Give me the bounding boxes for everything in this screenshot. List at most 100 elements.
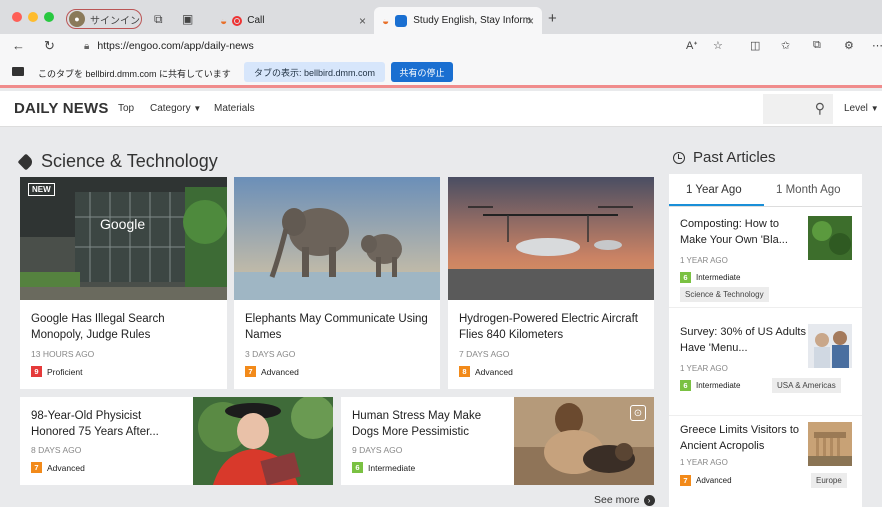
article-date: 3 DAYS AGO (245, 349, 296, 359)
past-article-item[interactable]: Composting: How to Make Your Own 'Bla...… (669, 208, 862, 308)
level-number: 8 (459, 366, 470, 377)
past-article-thumbnail (808, 324, 852, 368)
tab-1-month-ago[interactable]: 1 Month Ago (776, 184, 841, 196)
level-text: Advanced (47, 462, 85, 473)
lock-icon: 🔒︎ (84, 40, 90, 52)
past-article-item[interactable]: Survey: 30% of US Adults Have 'Menu... 1… (669, 316, 862, 416)
nav-top[interactable]: Top (118, 103, 134, 114)
tag-icon (17, 153, 35, 170)
workspaces-icon[interactable]: ⧉ (154, 12, 163, 27)
chevron-down-icon: ▼ (870, 104, 879, 113)
stop-sharing-button[interactable]: 共有の停止 (391, 62, 453, 82)
past-article-item[interactable]: Greece Limits Visitors to Ancient Acropo… (669, 414, 862, 507)
profile-signin-button[interactable]: ● サインイン (66, 9, 142, 29)
tab-actions-icon[interactable]: ▣ (182, 12, 193, 26)
favorite-star-icon[interactable]: ☆ (713, 39, 723, 52)
signin-label: サインイン (90, 15, 140, 27)
image-zoom-icon[interactable]: ⊙ (630, 405, 646, 421)
extensions-icon[interactable]: ⚙ (844, 39, 854, 52)
article-date: 8 DAYS AGO (31, 445, 82, 455)
site-header: DAILY NEWS Top Category ▼ Materials ⚲ Le… (0, 91, 882, 127)
teams-icon: ◒ (220, 13, 228, 28)
favorites-icon[interactable]: ✩ (781, 39, 790, 52)
article-image-google-text: Google (100, 216, 145, 232)
past-articles-heading: Past Articles (673, 149, 776, 166)
nav-category[interactable]: Category ▼ (150, 103, 201, 114)
article-title: Human Stress May Make Dogs More Pessimis… (352, 410, 482, 438)
new-badge: NEW (28, 183, 55, 196)
tab-sharing-bar: このタブを bellbird.dmm.com に共有しています タブの表示: b… (0, 58, 882, 88)
tab-1-year-ago[interactable]: 1 Year Ago (686, 184, 742, 196)
back-icon[interactable]: ← (12, 38, 25, 53)
past-article-thumbnail (808, 422, 852, 466)
chevron-down-icon: ▼ (193, 104, 202, 113)
article-level: 6 Intermediate (352, 462, 415, 473)
level-number: 6 (680, 272, 691, 283)
article-image (234, 177, 440, 300)
article-level: 7 Advanced (31, 462, 85, 473)
level-text: Intermediate (368, 462, 416, 473)
show-shared-tab-button[interactable]: タブの表示: bellbird.dmm.com (244, 62, 385, 82)
close-window-button[interactable] (12, 12, 22, 22)
article-card-google[interactable]: Google NEW Google Has Illegal Search Mon… (20, 177, 227, 389)
tab-call[interactable]: ◒ Call × (212, 7, 374, 34)
new-tab-icon[interactable]: + (548, 10, 557, 27)
level-text: Proficient (47, 366, 83, 377)
past-article-title: Composting: How to Make Your Own 'Bla... (680, 218, 788, 246)
monitor-icon (12, 67, 24, 76)
past-article-title: Survey: 30% of US Adults Have 'Menu... (680, 326, 806, 354)
reload-icon[interactable]: ↻ (44, 38, 55, 54)
past-article-title: Greece Limits Visitors to Ancient Acropo… (680, 424, 800, 452)
tab-title: Study English, Stay Inform (413, 15, 532, 26)
recording-icon (232, 15, 243, 26)
level-number: 7 (31, 462, 42, 473)
engoo-favicon-icon (395, 14, 408, 27)
level-text: Advanced (475, 366, 513, 377)
search-icon[interactable]: ⚲ (815, 100, 825, 117)
clock-icon (673, 151, 685, 164)
nav-materials[interactable]: Materials (214, 103, 255, 114)
see-more-link[interactable]: See more › (594, 494, 655, 506)
close-tab-icon[interactable]: × (359, 14, 366, 28)
category-tag[interactable]: USA & Americas (772, 378, 841, 393)
level-text: Advanced (696, 476, 732, 485)
site-logo[interactable]: DAILY NEWS (14, 100, 109, 117)
past-article-thumbnail (808, 216, 852, 260)
more-menu-icon[interactable]: ⋯ (872, 39, 882, 52)
category-tag[interactable]: Science & Technology (680, 287, 769, 302)
read-aloud-icon[interactable]: Aᐩ (686, 39, 698, 52)
article-card-physicist[interactable]: 98-Year-Old Physicist Honored 75 Years A… (20, 397, 333, 485)
category-tag[interactable]: Europe (811, 473, 847, 488)
article-level: 8 Advanced (459, 366, 513, 377)
past-articles-panel: 1 Year Ago 1 Month Ago Composting: How t… (669, 174, 862, 507)
level-number: 7 (245, 366, 256, 377)
article-card-dogs[interactable]: Human Stress May Make Dogs More Pessimis… (341, 397, 654, 485)
close-tab-icon[interactable]: × (527, 14, 534, 28)
level-number: 9 (31, 366, 42, 377)
url-field[interactable]: 🔒︎ https://engoo.com/app/daily-news (78, 37, 688, 55)
article-date: 7 DAYS AGO (459, 349, 510, 359)
arrow-right-icon: › (643, 494, 655, 506)
article-level: 9 Proficient (31, 366, 82, 377)
split-screen-icon[interactable]: ◫ (750, 39, 760, 52)
level-text: Advanced (261, 366, 299, 377)
maximize-window-button[interactable] (44, 12, 54, 22)
nav-category-label: Category (150, 103, 191, 114)
level-label: Level (844, 103, 868, 114)
search-box[interactable]: ⚲ (763, 94, 833, 124)
article-image (193, 397, 333, 485)
collections-icon[interactable]: ⧉ (813, 39, 821, 52)
article-title: 98-Year-Old Physicist Honored 75 Years A… (31, 410, 159, 438)
see-more-label: See more (594, 494, 640, 506)
level-dropdown[interactable]: Level ▼ (844, 103, 879, 114)
section-title: Science & Technology (41, 151, 218, 171)
level-text: Intermediate (696, 381, 741, 390)
past-articles-title: Past Articles (693, 149, 776, 166)
minimize-window-button[interactable] (28, 12, 38, 22)
tab-title: Call (247, 15, 265, 26)
article-card-elephants[interactable]: Elephants May Communicate Using Names 3 … (234, 177, 440, 389)
browser-tab-bar: ● サインイン ⧉ ▣ ◒ Call × ◒ Study English, St… (0, 0, 882, 34)
tab-engoo[interactable]: ◒ Study English, Stay Inform × (374, 7, 542, 34)
past-article-date: 1 YEAR AGO (680, 458, 728, 467)
article-card-aircraft[interactable]: Hydrogen-Powered Electric Aircraft Flies… (448, 177, 654, 389)
